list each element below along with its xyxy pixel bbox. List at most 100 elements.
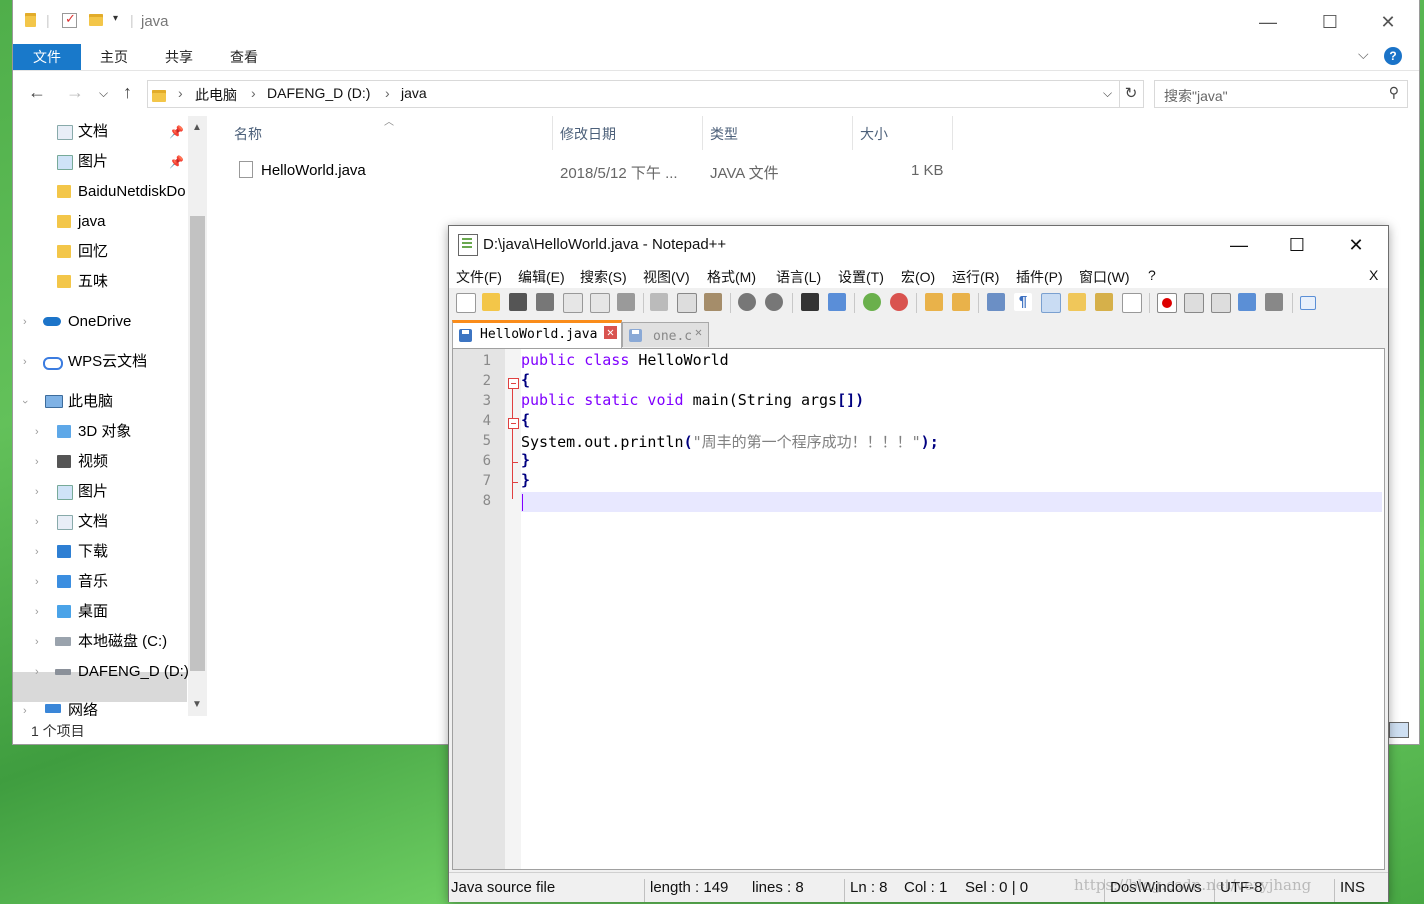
expand-chevron-icon[interactable]: ›	[23, 307, 27, 337]
save-all-icon[interactable]	[536, 293, 554, 311]
column-divider[interactable]	[552, 116, 553, 150]
pin-icon[interactable]: 📌	[169, 117, 184, 147]
recent-locations-chevron-icon[interactable]: ⌵	[99, 86, 108, 101]
tab-share[interactable]: 共享	[165, 44, 193, 70]
scroll-down-icon[interactable]: ▼	[192, 699, 202, 710]
menu-edit[interactable]: 编辑(E)	[518, 267, 565, 287]
nav-item-wps-cloud[interactable]: › WPS云文档	[13, 347, 207, 377]
save-icon[interactable]	[509, 293, 527, 311]
forward-arrow-icon[interactable]: →	[66, 82, 84, 103]
nav-item-pictures[interactable]: › 图片	[13, 477, 207, 507]
cut-icon[interactable]	[650, 293, 668, 311]
menu-macro[interactable]: 宏(O)	[901, 267, 935, 287]
expand-chevron-icon[interactable]: ›	[35, 477, 39, 507]
table-row[interactable]: HelloWorld.java 2018/5/12 下午 ... JAVA 文件…	[226, 155, 961, 187]
customize-quick-access-icon[interactable]: ▾	[113, 13, 118, 24]
column-divider[interactable]	[952, 116, 953, 150]
expand-ribbon-chevron-icon[interactable]: ⌵	[1358, 46, 1369, 63]
run-macro-multiple-icon[interactable]	[1238, 293, 1256, 311]
scroll-up-icon[interactable]: ▲	[192, 122, 202, 133]
nav-item-music[interactable]: › 音乐	[13, 567, 207, 597]
scrollbar-thumb[interactable]	[190, 216, 205, 671]
expand-chevron-icon[interactable]: ›	[23, 347, 27, 377]
menu-settings[interactable]: 设置(T)	[838, 267, 884, 287]
expand-chevron-icon[interactable]: ›	[35, 597, 39, 627]
column-header-name[interactable]: 名称	[234, 124, 262, 144]
column-header-size[interactable]: 大小	[860, 124, 888, 144]
expand-chevron-icon[interactable]: ›	[35, 447, 39, 477]
expand-chevron-icon[interactable]: ›	[35, 627, 39, 657]
menu-file[interactable]: 文件(F)	[456, 267, 502, 287]
nav-item-pictures-quick[interactable]: 图片 📌	[13, 147, 207, 177]
expand-chevron-icon[interactable]: ›	[35, 417, 39, 447]
tab-view[interactable]: 查看	[230, 44, 258, 70]
tab-one-c[interactable]: one.c ✕	[622, 322, 709, 347]
column-header-type[interactable]: 类型	[710, 124, 738, 144]
nav-item-network[interactable]: › 网络	[13, 696, 207, 716]
address-bar[interactable]: › 此电脑 › DAFENG_D (D:) › java ⌵	[147, 80, 1120, 108]
nav-item-java[interactable]: java	[13, 207, 207, 237]
menu-window[interactable]: 窗口(W)	[1079, 267, 1130, 287]
sync-vertical-icon[interactable]	[925, 293, 943, 311]
back-arrow-icon[interactable]: ←	[28, 82, 46, 103]
new-file-icon[interactable]	[456, 293, 476, 313]
breadcrumb-folder[interactable]: java	[401, 85, 427, 101]
menu-language[interactable]: 语言(L)	[776, 267, 821, 287]
npp-close-button[interactable]: ✕	[1331, 232, 1381, 258]
nav-item-documents[interactable]: › 文档	[13, 507, 207, 537]
minimize-button[interactable]: —	[1245, 8, 1291, 36]
nav-item-desktop[interactable]: › 桌面	[13, 597, 207, 627]
close-document-button[interactable]: X	[1369, 267, 1378, 283]
code-editor[interactable]: 1 2 3 4 5 6 7 8 public class HelloWorld …	[452, 348, 1385, 870]
menu-help[interactable]: ?	[1148, 267, 1156, 283]
search-icon[interactable]: ⚲	[1389, 84, 1399, 101]
word-wrap-icon[interactable]	[987, 293, 1005, 311]
zoom-out-icon[interactable]	[890, 293, 908, 311]
undo-icon[interactable]	[738, 293, 756, 311]
nav-item-downloads[interactable]: › 下载	[13, 537, 207, 567]
expand-chevron-icon[interactable]: ›	[35, 657, 39, 687]
collapse-chevron-icon[interactable]: ›	[13, 400, 40, 404]
tab-close-icon[interactable]: ✕	[692, 326, 705, 339]
tab-file[interactable]: 文件	[13, 44, 81, 70]
breadcrumb-drive[interactable]: DAFENG_D (D:)	[267, 85, 370, 101]
nav-item-baidunetdisk[interactable]: BaiduNetdiskDo	[13, 177, 207, 207]
pin-icon[interactable]: 📌	[169, 147, 184, 177]
nav-item-memories[interactable]: 回忆	[13, 237, 207, 267]
npp-maximize-button[interactable]: ☐	[1272, 232, 1322, 258]
nav-item-documents-quick[interactable]: 文档 📌	[13, 117, 207, 147]
tab-helloworld-java[interactable]: HelloWorld.java ✕	[452, 320, 622, 349]
open-file-icon[interactable]	[482, 293, 500, 311]
copy-icon[interactable]	[677, 293, 697, 313]
redo-icon[interactable]	[765, 293, 783, 311]
breadcrumb-this-pc[interactable]: 此电脑	[195, 85, 237, 105]
column-divider[interactable]	[702, 116, 703, 150]
column-header-date[interactable]: 修改日期	[560, 124, 616, 144]
stop-recording-icon[interactable]	[1184, 293, 1204, 313]
nav-item-dafeng-d[interactable]: › DAFENG_D (D:)	[13, 657, 207, 687]
menu-format[interactable]: 格式(M)	[707, 267, 756, 287]
npp-minimize-button[interactable]: —	[1214, 232, 1264, 258]
search-input[interactable]: 搜索"java"	[1164, 86, 1228, 106]
document-map-icon[interactable]	[1095, 293, 1113, 311]
navigation-scrollbar[interactable]: ▲ ▼	[188, 116, 207, 716]
maximize-button[interactable]: ☐	[1307, 8, 1353, 36]
menu-search[interactable]: 搜索(S)	[580, 267, 627, 287]
expand-chevron-icon[interactable]: ›	[35, 507, 39, 537]
show-all-characters-icon[interactable]: ¶	[1014, 293, 1032, 311]
function-list-icon[interactable]	[1122, 293, 1142, 313]
user-defined-language-icon[interactable]	[1068, 293, 1086, 311]
help-icon[interactable]: ?	[1384, 47, 1402, 65]
properties-check-icon[interactable]: ✓	[62, 11, 77, 28]
up-arrow-icon[interactable]: ↑	[123, 82, 132, 103]
close-all-icon[interactable]	[590, 293, 610, 313]
record-macro-icon[interactable]	[1157, 293, 1177, 313]
find-icon[interactable]	[801, 293, 819, 311]
tab-close-icon[interactable]: ✕	[604, 326, 617, 339]
fold-toggle-icon[interactable]	[508, 418, 519, 429]
column-divider[interactable]	[852, 116, 853, 150]
paste-icon[interactable]	[704, 293, 722, 311]
expand-chevron-icon[interactable]: ›	[23, 696, 27, 716]
new-folder-icon[interactable]	[89, 13, 103, 27]
nav-item-onedrive[interactable]: › OneDrive	[13, 307, 207, 337]
